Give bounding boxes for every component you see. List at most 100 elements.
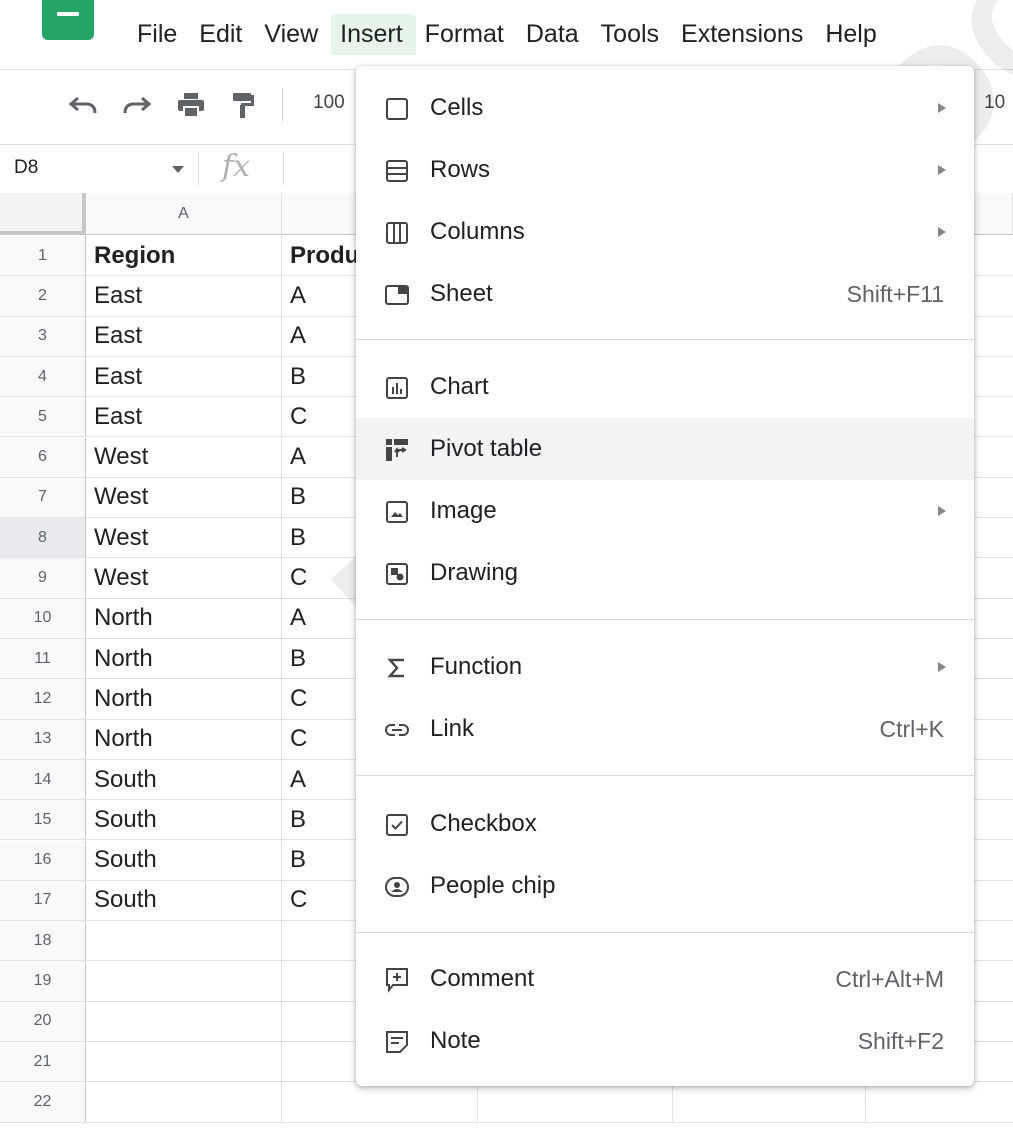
menu-view[interactable]: View [255, 14, 331, 55]
row-number[interactable]: 7 [0, 477, 86, 518]
menu-help[interactable]: Help [816, 14, 889, 55]
row-number[interactable]: 19 [0, 961, 86, 1001]
toolbar-divider [282, 88, 283, 122]
zoom-select[interactable]: 100 [313, 92, 345, 114]
cell-a[interactable]: South [86, 800, 282, 840]
cell-a[interactable] [86, 961, 282, 1001]
row-number[interactable]: 6 [0, 437, 86, 477]
cell-b[interactable] [282, 1082, 478, 1122]
row-number[interactable]: 14 [0, 759, 86, 800]
menu-insert[interactable]: Insert [331, 14, 416, 55]
row-number[interactable]: 13 [0, 719, 86, 759]
sheets-logo-icon[interactable] [42, 0, 94, 40]
column-header-a[interactable]: A [86, 193, 282, 235]
row-number[interactable]: 16 [0, 840, 86, 880]
menu-extensions[interactable]: Extensions [672, 14, 816, 55]
row-number[interactable]: 20 [0, 1001, 86, 1041]
menu-item-chart[interactable]: Chart [356, 356, 974, 418]
row-number[interactable]: 8 [0, 518, 86, 558]
cell-a[interactable] [86, 1082, 282, 1122]
select-all-corner[interactable] [0, 193, 86, 235]
row-number[interactable]: 2 [0, 276, 86, 316]
menu-item-label: Sheet [430, 280, 493, 307]
menu-item-sheet[interactable]: Sheet Shift+F11 [356, 263, 974, 325]
name-box-dropdown-icon[interactable] [172, 166, 184, 173]
checkbox-icon [384, 812, 410, 838]
cell-a[interactable]: North [86, 679, 282, 719]
menu-item-comment[interactable]: Comment Ctrl+Alt+M [356, 948, 974, 1010]
cell-a[interactable] [86, 1001, 282, 1041]
menu-tools[interactable]: Tools [592, 14, 672, 55]
cell-a[interactable]: North [86, 719, 282, 759]
menu-separator [356, 339, 974, 340]
cell-a[interactable]: East [86, 397, 282, 437]
cell-a[interactable]: West [86, 477, 282, 518]
cell-a[interactable]: Region [86, 236, 282, 276]
cell-c[interactable] [478, 1082, 673, 1122]
font-size-input[interactable]: 10 [984, 92, 1005, 114]
row-number[interactable]: 4 [0, 356, 86, 397]
row-number[interactable]: 10 [0, 598, 86, 638]
undo-icon[interactable] [66, 88, 100, 122]
cell-a[interactable]: North [86, 639, 282, 679]
cell-a[interactable]: South [86, 840, 282, 880]
menu-item-link[interactable]: Link Ctrl+K [356, 698, 974, 760]
row-number[interactable]: 21 [0, 1042, 86, 1082]
menu-edit[interactable]: Edit [190, 14, 255, 55]
print-icon[interactable] [174, 88, 208, 122]
row-number[interactable]: 9 [0, 558, 86, 598]
menu-item-label: Cells [430, 94, 484, 121]
row-number[interactable]: 15 [0, 800, 86, 840]
cell-a[interactable]: East [86, 356, 282, 397]
cell-a[interactable] [86, 1042, 282, 1082]
menu-data[interactable]: Data [517, 14, 592, 55]
cell-a[interactable]: East [86, 276, 282, 316]
menu-item-label: Drawing [430, 559, 519, 586]
row-number[interactable]: 1 [0, 236, 86, 276]
cell-a[interactable]: East [86, 316, 282, 356]
menu-item-columns[interactable]: Columns [356, 201, 974, 263]
menu-item-people-chip[interactable]: People chip [356, 855, 974, 917]
row-number[interactable]: 22 [0, 1082, 86, 1122]
chart-icon [384, 375, 410, 401]
fx-icon: fx [222, 149, 251, 184]
cell-a[interactable] [86, 921, 282, 961]
menu-item-label: Link [430, 715, 475, 742]
row-number[interactable]: 17 [0, 880, 86, 921]
menu-item-drawing[interactable]: Drawing [356, 542, 974, 604]
row-number[interactable]: 12 [0, 679, 86, 719]
menu-file[interactable]: File [128, 14, 190, 55]
cell-a[interactable]: South [86, 880, 282, 921]
cell-a[interactable]: West [86, 558, 282, 598]
menu-list: File Edit View Insert Format Data Tools … [128, 14, 890, 55]
menu-item-image[interactable]: Image [356, 480, 974, 542]
image-icon [384, 499, 410, 525]
menu-item-checkbox[interactable]: Checkbox [356, 793, 974, 855]
menu-item-function[interactable]: Function [356, 636, 974, 698]
formula-bar-divider [198, 151, 199, 185]
submenu-arrow-icon [938, 506, 946, 516]
menu-item-label: Rows [430, 156, 491, 183]
menu-item-rows[interactable]: Rows [356, 139, 974, 201]
row-number[interactable]: 18 [0, 921, 86, 961]
redo-icon[interactable] [120, 88, 154, 122]
menu-item-cells[interactable]: Cells [356, 77, 974, 139]
menu-item-shortcut: Shift+F2 [857, 1027, 944, 1054]
cell-d[interactable] [673, 1082, 866, 1122]
cell-a[interactable]: South [86, 759, 282, 800]
row-number[interactable]: 11 [0, 639, 86, 679]
menu-format[interactable]: Format [416, 14, 517, 55]
people-chip-icon [384, 874, 410, 900]
cell-a[interactable]: West [86, 518, 282, 558]
menu-item-label: Comment [430, 965, 535, 992]
paint-format-icon[interactable] [226, 88, 260, 122]
cell-a[interactable]: North [86, 598, 282, 638]
cell-a[interactable]: West [86, 437, 282, 477]
sheet-icon [384, 282, 410, 308]
row-number[interactable]: 5 [0, 397, 86, 437]
name-box[interactable]: D8 [14, 157, 38, 179]
menu-item-pivot-table[interactable]: Pivot table [356, 418, 974, 480]
menu-item-label: Columns [430, 218, 525, 245]
row-number[interactable]: 3 [0, 316, 86, 356]
menu-item-note[interactable]: Note Shift+F2 [356, 1010, 974, 1072]
